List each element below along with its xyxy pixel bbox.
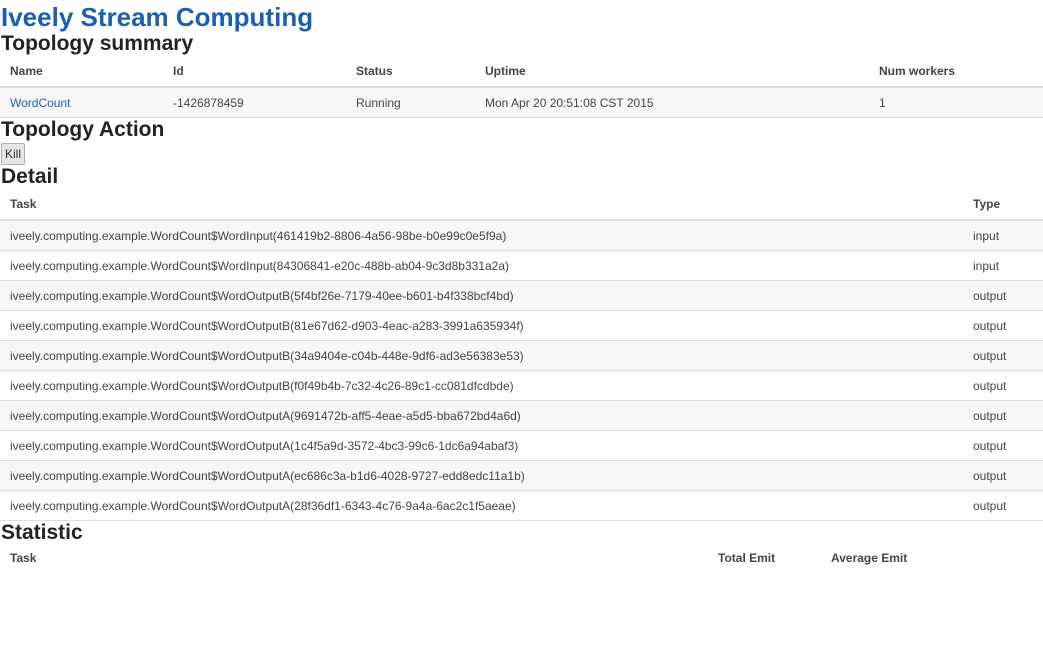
type-cell: output (963, 400, 1043, 431)
task-cell: iveely.computing.example.WordCount$WordO… (0, 280, 963, 311)
table-row: iveely.computing.example.WordCount$WordO… (0, 400, 1043, 431)
statistic-table: Task Total Emit Average Emit (0, 545, 1043, 571)
topology-summary-table: Name Id Status Uptime Num workers WordCo… (0, 56, 1043, 118)
detail-table: Task Type iveely.computing.example.WordC… (0, 189, 1043, 521)
type-cell: output (963, 340, 1043, 371)
table-row: iveely.computing.example.WordCount$WordO… (0, 340, 1043, 371)
statistic-header-total-emit: Total Emit (718, 551, 776, 565)
task-cell: iveely.computing.example.WordCount$WordO… (0, 430, 963, 461)
summary-header-workers: Num workers (869, 56, 1043, 88)
task-cell: iveely.computing.example.WordCount$WordO… (0, 370, 963, 401)
summary-cell-status: Running (346, 87, 475, 118)
type-cell: output (963, 370, 1043, 401)
task-cell: iveely.computing.example.WordCount$WordO… (0, 490, 963, 521)
summary-header-status: Status (346, 56, 475, 88)
topology-action-title: Topology Action (1, 118, 165, 141)
kill-button[interactable]: Kill (1, 143, 26, 165)
table-row: iveely.computing.example.WordCount$WordO… (0, 490, 1043, 521)
summary-cell-uptime: Mon Apr 20 20:51:08 CST 2015 (475, 87, 869, 118)
table-row: iveely.computing.example.WordCount$WordO… (0, 280, 1043, 311)
summary-cell-workers: 1 (869, 87, 1043, 118)
type-cell: output (963, 460, 1043, 491)
type-cell: output (963, 490, 1043, 521)
detail-header-row: Task Type (0, 189, 1043, 221)
table-row: iveely.computing.example.WordCount$WordO… (0, 370, 1043, 401)
type-cell: output (963, 280, 1043, 311)
page: Iveely Stream Computing Topology summary… (0, 0, 1043, 670)
summary-row: WordCount -1426878459 Running Mon Apr 20… (0, 87, 1043, 118)
summary-header-name: Name (0, 56, 163, 88)
type-cell: output (963, 430, 1043, 461)
detail-title: Detail (1, 165, 59, 188)
task-cell: iveely.computing.example.WordCount$WordI… (0, 220, 963, 251)
summary-header-row: Name Id Status Uptime Num workers (0, 56, 1043, 88)
summary-header-uptime: Uptime (475, 56, 869, 88)
table-row: iveely.computing.example.WordCount$WordO… (0, 430, 1043, 461)
app-title: Iveely Stream Computing (1, 2, 314, 32)
type-cell: input (963, 220, 1043, 251)
statistic-header-row: Task Total Emit Average Emit (0, 545, 1043, 571)
topology-summary-title: Topology summary (1, 32, 194, 55)
detail-header-type: Type (963, 189, 1043, 221)
type-cell: input (963, 250, 1043, 281)
statistic-title: Statistic (1, 521, 83, 544)
task-cell: iveely.computing.example.WordCount$WordO… (0, 310, 963, 341)
summary-cell-name: WordCount (0, 87, 163, 118)
task-cell: iveely.computing.example.WordCount$WordI… (0, 250, 963, 281)
statistic-header-average-emit: Average Emit (831, 551, 908, 565)
table-row: iveely.computing.example.WordCount$WordI… (0, 250, 1043, 281)
summary-cell-id: -1426878459 (163, 87, 346, 118)
task-cell: iveely.computing.example.WordCount$WordO… (0, 340, 963, 371)
table-row: iveely.computing.example.WordCount$WordO… (0, 460, 1043, 491)
detail-header-task: Task (0, 189, 963, 221)
topology-name-link[interactable]: WordCount (10, 96, 70, 110)
task-cell: iveely.computing.example.WordCount$WordO… (0, 460, 963, 491)
statistic-header-task: Task (10, 551, 37, 565)
task-cell: iveely.computing.example.WordCount$WordO… (0, 400, 963, 431)
type-cell: output (963, 310, 1043, 341)
summary-header-id: Id (163, 56, 346, 88)
table-row: iveely.computing.example.WordCount$WordO… (0, 310, 1043, 341)
table-row: iveely.computing.example.WordCount$WordI… (0, 220, 1043, 251)
